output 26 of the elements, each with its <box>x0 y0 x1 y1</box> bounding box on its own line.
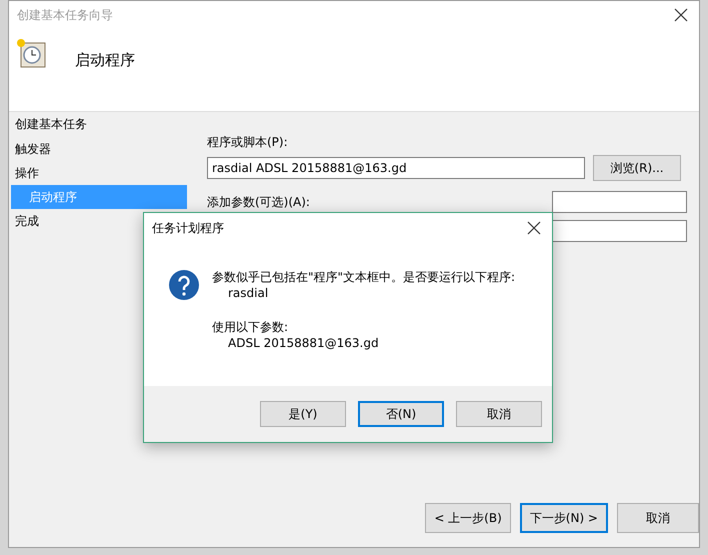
start-folder-field[interactable] <box>552 220 687 242</box>
clock-icon <box>15 37 47 69</box>
wizard-button[interactable]: < 上一步(B) <box>425 503 511 533</box>
close-icon <box>527 221 541 235</box>
wizard-button[interactable]: 取消 <box>617 503 699 533</box>
window-title: 创建基本任务向导 <box>17 6 113 24</box>
question-icon <box>168 269 200 301</box>
sidebar-item[interactable]: 触发器 <box>11 137 187 161</box>
arguments-field[interactable] <box>552 191 687 213</box>
dialog-message: 参数似乎已包括在"程序"文本框中。是否要运行以下程序: <box>212 269 516 285</box>
browse-button[interactable]: 浏览(R)... <box>593 155 681 181</box>
dialog-button[interactable]: 取消 <box>456 401 542 427</box>
dialog-button[interactable]: 是(Y) <box>260 401 346 427</box>
sidebar-heading: 创建基本任务 <box>14 116 88 133</box>
close-icon <box>674 8 688 22</box>
arguments-value: ADSL 20158881@163.gd <box>227 335 380 351</box>
dialog-button[interactable]: 否(N) <box>358 401 444 427</box>
wizard-button[interactable]: 下一步(N) > <box>520 503 608 533</box>
field-label: 程序或脚本(P): <box>207 134 289 151</box>
arguments-label: 使用以下参数: <box>212 319 290 335</box>
page-title: 启动程序 <box>75 51 135 70</box>
dialog-title: 任务计划程序 <box>152 220 224 236</box>
program-field[interactable]: rasdial ADSL 20158881@163.gd <box>207 157 585 179</box>
sidebar-item[interactable]: 操作 <box>11 161 187 185</box>
field-label: 添加参数(可选)(A): <box>207 194 310 211</box>
program-name: rasdial <box>227 285 270 301</box>
